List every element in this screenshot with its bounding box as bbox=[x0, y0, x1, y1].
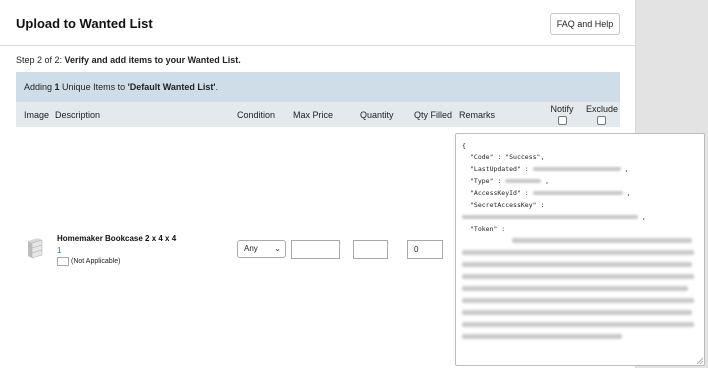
json-secret-key: "SecretAccessKey" : bbox=[470, 201, 545, 209]
item-quantity-link[interactable]: 1 bbox=[57, 246, 61, 255]
json-last-updated-key: "LastUpdated" : bbox=[470, 165, 529, 173]
column-header-row: Image Description Condition Max Price Qu… bbox=[16, 102, 620, 127]
col-condition: Condition bbox=[237, 110, 276, 120]
col-qty-filled: Qty Filled bbox=[414, 110, 453, 120]
condition-value: Any bbox=[244, 244, 258, 253]
redacted-value bbox=[505, 179, 542, 183]
item-name: Homemaker Bookcase 2 x 4 x 4 bbox=[57, 234, 177, 243]
adding-suffix: . bbox=[215, 82, 219, 92]
condition-select[interactable]: Any ⌄ bbox=[237, 240, 286, 258]
col-notify: Notify bbox=[549, 104, 575, 125]
quantity-input[interactable] bbox=[353, 240, 388, 259]
chevron-down-icon: ⌄ bbox=[274, 244, 281, 253]
redacted-token-line bbox=[462, 262, 692, 267]
panel-header: Upload to Wanted List FAQ and Help bbox=[0, 0, 636, 46]
col-description: Description bbox=[55, 110, 101, 120]
json-type-key: "Type" : bbox=[470, 177, 502, 185]
wanted-list-name: 'Default Wanted List' bbox=[127, 82, 216, 92]
redacted-token-line bbox=[462, 322, 694, 327]
step-title: Verify and add items to your Wanted List… bbox=[64, 55, 241, 65]
json-token-key: "Token" : bbox=[470, 225, 506, 233]
adding-prefix: Adding bbox=[24, 82, 55, 92]
redacted-token-line bbox=[462, 274, 694, 279]
redacted-token-line bbox=[462, 310, 692, 315]
remarks-json-popup[interactable]: { "Code" : "Success", "LastUpdated" : , … bbox=[455, 133, 705, 366]
page-title: Upload to Wanted List bbox=[16, 16, 153, 31]
bookcase-thumbnail-image bbox=[28, 238, 43, 259]
redacted-token-line bbox=[462, 250, 694, 255]
resize-grip-icon[interactable] bbox=[696, 357, 703, 364]
col-image: Image bbox=[24, 110, 50, 120]
redacted-token-line bbox=[462, 298, 694, 303]
qty-filled-input[interactable]: 0 bbox=[407, 240, 443, 259]
max-price-input[interactable] bbox=[291, 240, 340, 259]
json-access-key: "AccessKeyId" : , bbox=[470, 189, 631, 197]
color-not-applicable: (Not Applicable) bbox=[71, 258, 121, 265]
col-exclude: Exclude bbox=[586, 104, 619, 125]
json-type: "Type" : , bbox=[470, 177, 550, 185]
redacted-value bbox=[462, 215, 638, 219]
redacted-token-line bbox=[512, 238, 692, 243]
adding-middle: Unique Items to bbox=[59, 82, 128, 92]
col-max-price: Max Price bbox=[293, 110, 334, 120]
col-quantity: Quantity bbox=[360, 110, 394, 120]
step-prefix: Step 2 of 2: bbox=[16, 55, 65, 65]
step-indicator: Step 2 of 2: Verify and add items to you… bbox=[16, 55, 241, 65]
faq-help-button[interactable]: FAQ and Help bbox=[550, 13, 620, 35]
col-remarks: Remarks bbox=[459, 110, 496, 120]
exclude-label: Exclude bbox=[586, 104, 619, 114]
redacted-value bbox=[532, 191, 623, 195]
json-code-line: "Code" : "Success", bbox=[470, 153, 545, 161]
notify-label: Notify bbox=[550, 104, 574, 114]
notify-all-checkbox[interactable] bbox=[557, 116, 567, 125]
json-secret-value: , bbox=[462, 213, 646, 221]
redacted-token-line bbox=[462, 286, 688, 291]
redacted-token-line bbox=[462, 334, 622, 339]
adding-summary-bar: Adding 1 Unique Items to 'Default Wanted… bbox=[16, 72, 620, 102]
json-last-updated: "LastUpdated" : , bbox=[470, 165, 629, 173]
json-open-brace: { bbox=[462, 142, 466, 150]
json-access-key-key: "AccessKeyId" : bbox=[470, 189, 529, 197]
redacted-value bbox=[532, 167, 621, 171]
color-swatch-box bbox=[57, 257, 69, 266]
exclude-all-checkbox[interactable] bbox=[596, 116, 606, 125]
